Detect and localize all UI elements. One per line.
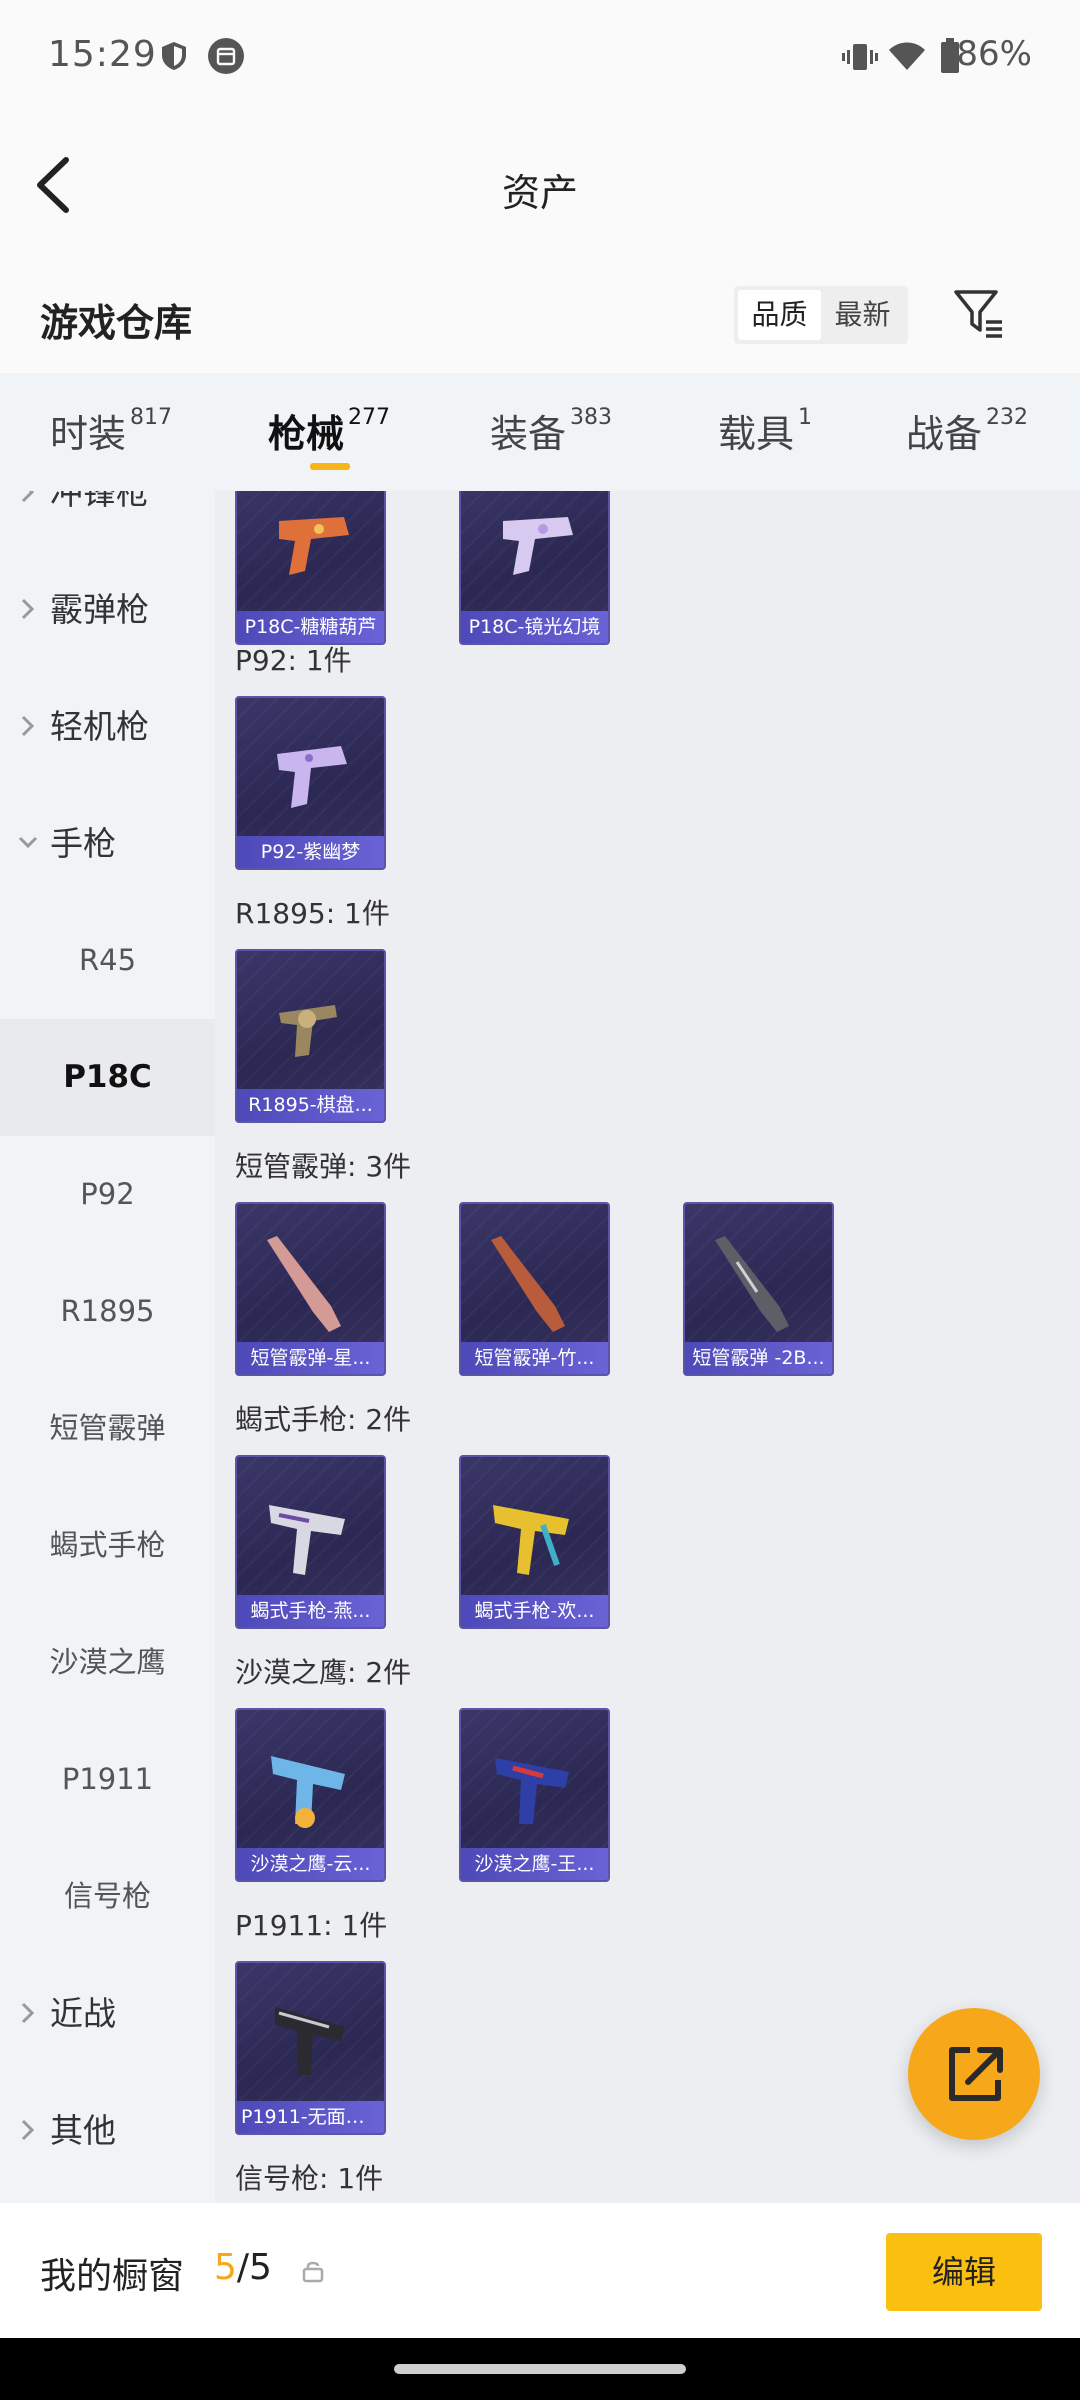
sidebar-sub-r45[interactable]: R45: [0, 902, 215, 1019]
vibrate-icon: [842, 42, 878, 76]
status-time: 15:29: [48, 34, 157, 75]
tab-count: 277: [348, 405, 391, 430]
tab-vehicles[interactable]: 载具 1: [718, 403, 812, 458]
filter-icon: [954, 290, 1002, 338]
weapon-skin-card[interactable]: 蝎式手枪-燕...: [235, 1455, 386, 1629]
share-fab-button[interactable]: [908, 2008, 1040, 2140]
sidebar-sub-desert-eagle[interactable]: 沙漠之鹰: [0, 1604, 215, 1721]
sort-newest-button[interactable]: 最新: [821, 290, 904, 340]
group-title: P92: 1件: [235, 644, 352, 677]
sort-quality-button[interactable]: 品质: [738, 290, 821, 340]
group-title: 短管霰弹: 3件: [235, 1150, 412, 1183]
weapon-skin-card[interactable]: 短管霰弹-星...: [235, 1202, 386, 1376]
sidebar-sub-p92[interactable]: P92: [0, 1136, 215, 1253]
chevron-right-icon: [21, 598, 35, 620]
calendar-icon: [208, 38, 244, 78]
smg-skin-icon: [269, 1505, 345, 1575]
pistol-skin-icon: [279, 517, 349, 575]
shotgun-skin-icon: [491, 1236, 565, 1332]
lock-icon: [302, 2261, 324, 2283]
pistol-skin-icon: [503, 517, 573, 575]
shotgun-skin-icon: [715, 1236, 789, 1332]
sidebar-item-other[interactable]: 其他: [0, 2072, 215, 2189]
category-tabs: 时装 817 枪械 277 装备 383 载具 1 战备 232: [0, 373, 1080, 491]
pistol-skin-icon: [271, 1756, 345, 1828]
group-title: 信号枪: 1件: [235, 2162, 384, 2195]
sidebar-sub-p18c[interactable]: P18C: [0, 1019, 215, 1136]
chevron-right-icon: [21, 715, 35, 737]
group-title: 沙漠之鹰: 2件: [235, 1656, 412, 1689]
tab-count: 383: [570, 405, 613, 430]
weapon-skin-card[interactable]: 短管霰弹 -2B...: [683, 1202, 834, 1376]
pistol-skin-icon: [495, 1758, 569, 1824]
active-tab-indicator: [310, 463, 350, 470]
sidebar-sub-skorpion[interactable]: 蝎式手枪: [0, 1487, 215, 1604]
tab-fashion[interactable]: 时装 817: [50, 403, 172, 458]
app-header: 资产: [0, 110, 1080, 260]
weapon-skin-card[interactable]: 短管霰弹-竹...: [459, 1202, 610, 1376]
tab-count: 1: [798, 405, 813, 430]
pistol-skin-icon: [277, 746, 347, 808]
group-title: 蝎式手枪: 2件: [235, 1403, 412, 1436]
sidebar-sub-sawed-off[interactable]: 短管霰弹: [0, 1370, 215, 1487]
tab-supplies[interactable]: 战备 232: [906, 403, 1028, 458]
group-title: P1911: 1件: [235, 1909, 388, 1942]
revolver-skin-icon: [279, 1005, 337, 1057]
showcase-bar: 我的橱窗 5/5 编辑: [0, 2203, 1080, 2338]
weapon-skin-card[interactable]: P18C-糖糖葫芦: [235, 491, 386, 645]
sidebar-sub-p1911[interactable]: P1911: [0, 1721, 215, 1838]
weapon-skin-card[interactable]: 沙漠之鹰-王...: [459, 1708, 610, 1882]
sidebar-item-lmg[interactable]: 轻机枪: [0, 668, 215, 785]
sidebar-sub-r1895[interactable]: R1895: [0, 1253, 215, 1370]
wifi-icon: [888, 40, 926, 76]
weapon-skin-card[interactable]: R1895-棋盘...: [235, 949, 386, 1123]
weapon-skin-card[interactable]: P92-紫幽梦: [235, 696, 386, 870]
weapon-category-sidebar: 冲锋枪 霰弹枪 轻机枪 手枪 R45 P18C P92 R1895 短管霰弹 蝎…: [0, 491, 215, 2203]
smg-skin-icon: [493, 1505, 569, 1575]
pistol-skin-icon: [275, 2007, 345, 2075]
sidebar-item-melee[interactable]: 近战: [0, 1955, 215, 2072]
status-bar: 15:29 86%: [0, 0, 1080, 110]
shotgun-skin-icon: [267, 1236, 341, 1332]
chevron-right-icon: [21, 491, 35, 503]
sidebar-item-smg[interactable]: 冲锋枪: [0, 491, 215, 551]
weapon-skin-card[interactable]: 沙漠之鹰-云...: [235, 1708, 386, 1882]
tab-firearms[interactable]: 枪械 277: [268, 403, 390, 458]
battery-level: 86%: [956, 34, 1032, 74]
weapon-skin-card[interactable]: P18C-镜光幻境: [459, 491, 610, 645]
chevron-right-icon: [21, 2002, 35, 2024]
external-link-icon: [949, 2047, 1003, 2101]
filter-button[interactable]: [950, 284, 1008, 342]
weapon-skin-card[interactable]: 蝎式手枪-欢...: [459, 1455, 610, 1629]
page-title: 资产: [501, 171, 578, 215]
system-nav-bar: [0, 2338, 1080, 2400]
weapon-grid: P18C-糖糖葫芦 P18C-镜光幻境 P92: 1件 P92-紫幽梦 R189…: [215, 491, 1080, 2203]
showcase-count: 5/5: [214, 2247, 272, 2288]
sidebar-item-pistol[interactable]: 手枪: [0, 785, 215, 902]
group-title: R1895: 1件: [235, 897, 390, 930]
tab-count: 817: [130, 405, 173, 430]
sort-toggle: 品质 最新: [734, 286, 908, 344]
weapon-skin-card[interactable]: P1911-无面战甲: [235, 1961, 386, 2135]
chevron-down-icon: [18, 836, 38, 849]
sidebar-sub-flare-gun[interactable]: 信号枪: [0, 1838, 215, 1955]
shield-icon: [160, 40, 188, 76]
tab-count: 232: [986, 405, 1029, 430]
home-gesture-handle[interactable]: [394, 2364, 686, 2374]
showcase-label: 我的橱窗: [40, 2256, 185, 2297]
warehouse-toolbar: 游戏仓库 品质 最新: [0, 260, 1080, 373]
tab-equipment[interactable]: 装备 383: [490, 403, 612, 458]
warehouse-title: 游戏仓库: [40, 301, 193, 345]
chevron-right-icon: [21, 2119, 35, 2141]
edit-button[interactable]: 编辑: [886, 2233, 1042, 2311]
sidebar-item-shotgun[interactable]: 霰弹枪: [0, 551, 215, 668]
